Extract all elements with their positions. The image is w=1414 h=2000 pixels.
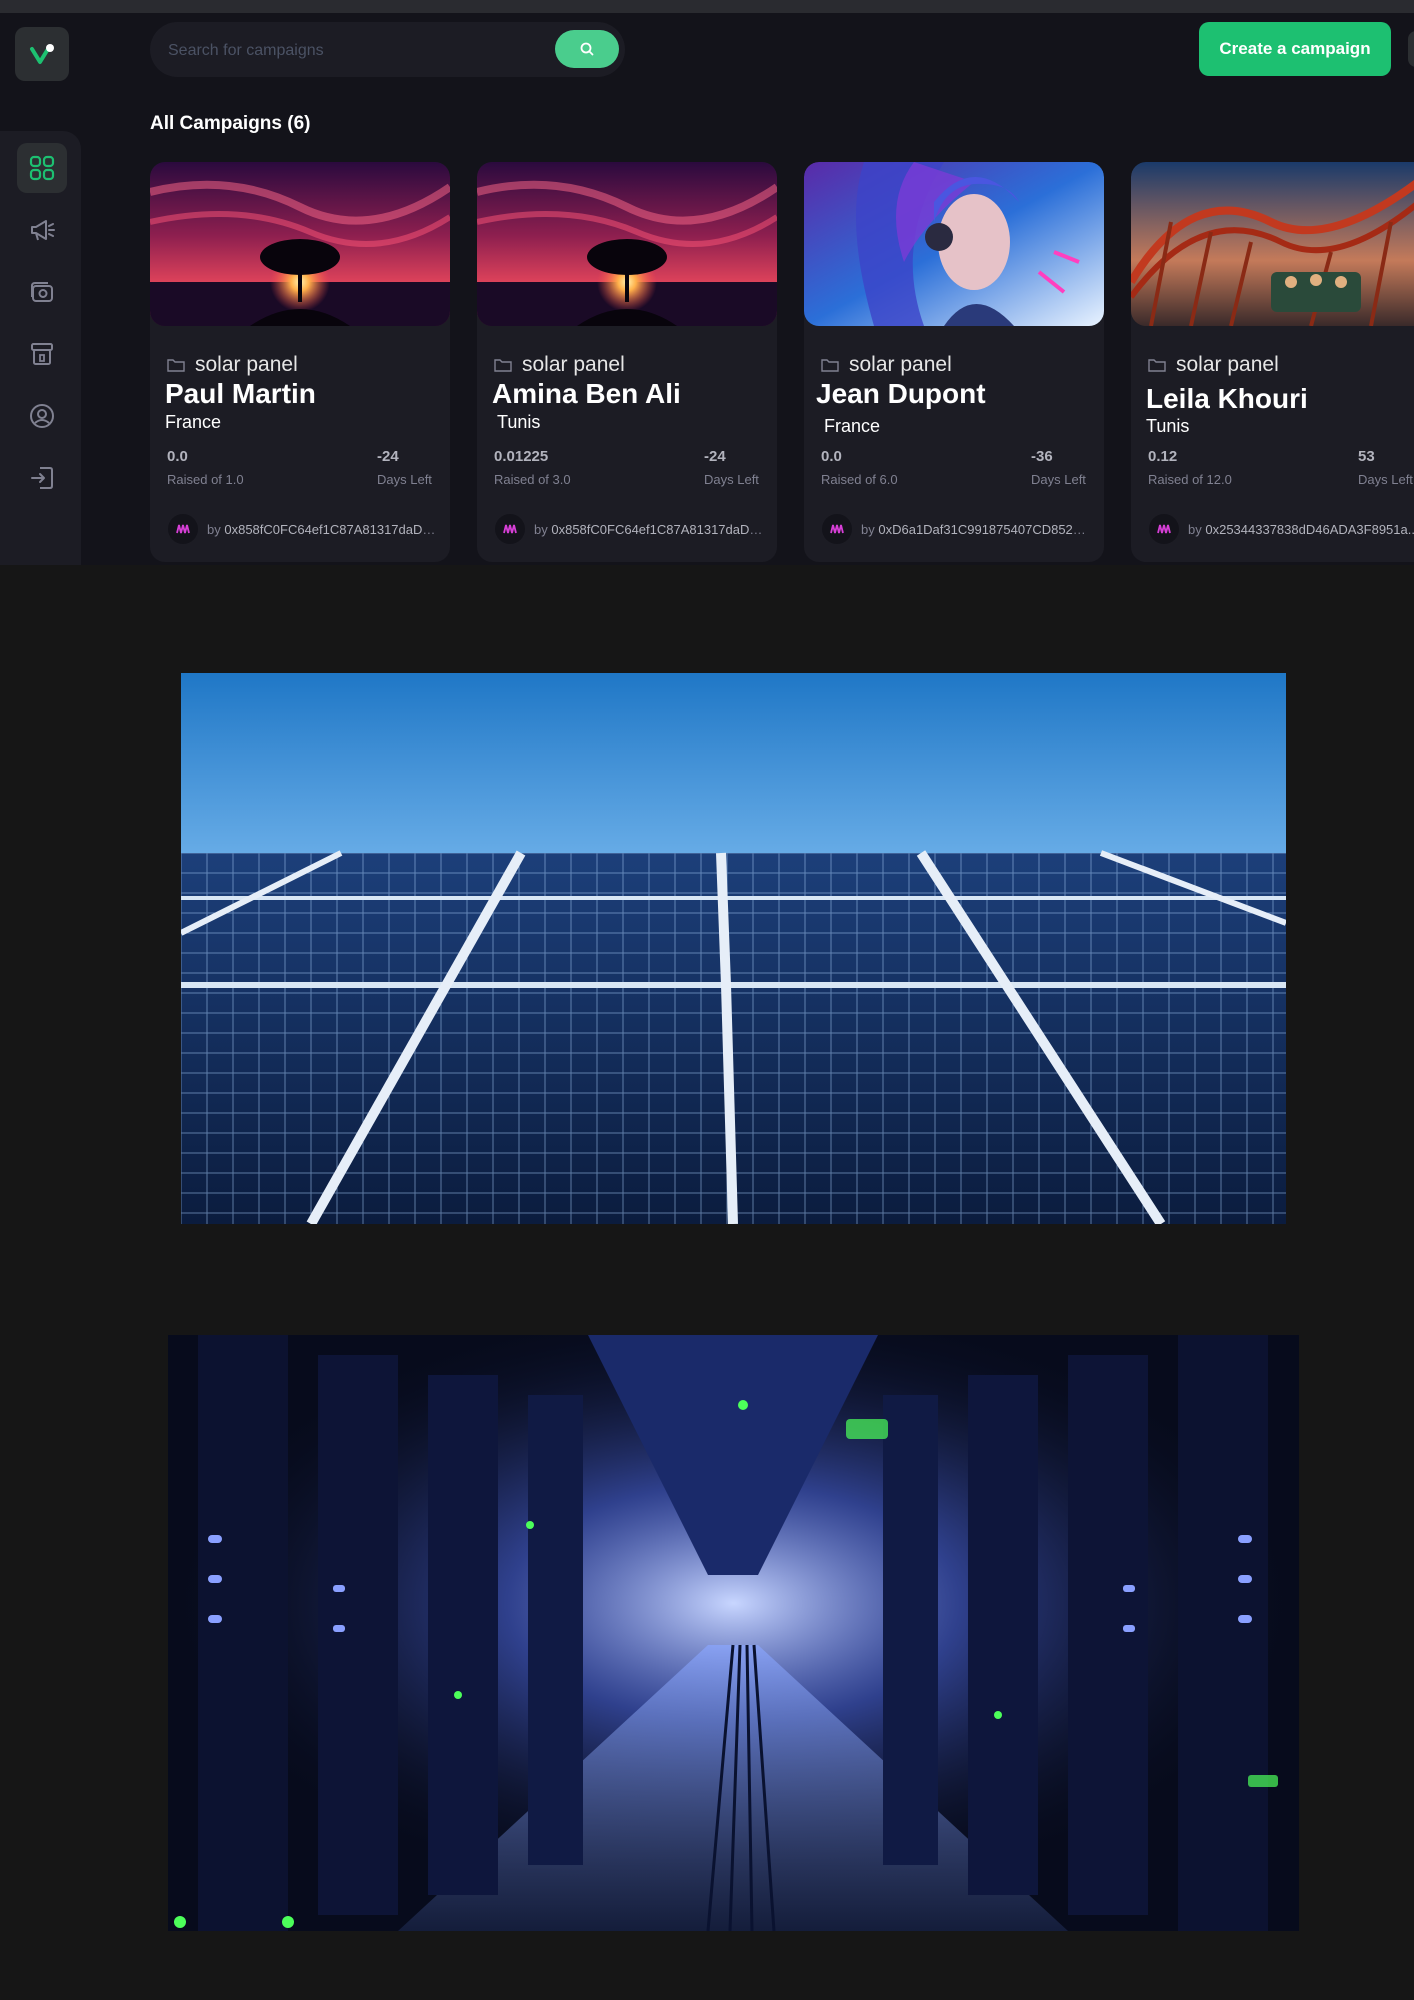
folder-icon bbox=[1148, 359, 1166, 372]
campaign-owner-name: Paul Martin bbox=[165, 378, 316, 409]
owner-avatar bbox=[168, 514, 198, 544]
owner-avatar bbox=[822, 514, 852, 544]
search-button[interactable] bbox=[555, 30, 619, 68]
raised-stat: 0.12 Raised of 12.0 bbox=[1148, 448, 1232, 487]
logout-icon bbox=[31, 467, 53, 489]
raised-value: 0.0 bbox=[167, 448, 188, 465]
withdraw-icon bbox=[31, 343, 53, 365]
folder-icon bbox=[821, 359, 839, 372]
owner-row: by 0xD6a1Daf31C991875407CD8525a... bbox=[822, 514, 1093, 544]
days-value: 53 bbox=[1358, 448, 1375, 465]
owner-address: by 0x858fC0FC64ef1C87A81317daDF... bbox=[207, 521, 439, 537]
raised-stat: 0.0 Raised of 1.0 bbox=[167, 448, 244, 487]
solar-panel-image bbox=[181, 673, 1286, 1224]
campaign-card[interactable]: solar panel Paul Martin France 0.0 Raise… bbox=[150, 162, 450, 562]
raised-label: Raised of 6.0 bbox=[821, 472, 898, 487]
owner-avatar bbox=[1149, 514, 1179, 544]
campaign-card[interactable]: solar panel Jean Dupont France 0.0 Raise… bbox=[804, 162, 1104, 562]
raised-stat: 0.0 Raised of 6.0 bbox=[821, 448, 898, 487]
owner-address: by 0x858fC0FC64ef1C87A81317daDF... bbox=[534, 521, 766, 537]
category-row: solar panel bbox=[1148, 353, 1279, 377]
campaign-image bbox=[477, 162, 777, 326]
owner-address: by 0x25344337838dD46ADA3F8951a... bbox=[1188, 521, 1414, 537]
payment-icon bbox=[31, 282, 53, 302]
campaign-icon bbox=[31, 220, 55, 241]
campaign-owner-name: Jean Dupont bbox=[816, 378, 986, 409]
category-label: solar panel bbox=[1176, 353, 1279, 376]
avatar[interactable] bbox=[1408, 31, 1414, 67]
campaign-country: Tunis bbox=[1146, 416, 1190, 436]
app-window: Create a campaign All Campaigns (6) bbox=[0, 13, 1414, 565]
campaign-image bbox=[804, 162, 1104, 326]
category-row: solar panel bbox=[167, 353, 298, 377]
days-stat: -24 Days Left bbox=[377, 448, 432, 487]
category-label: solar panel bbox=[849, 353, 952, 376]
profile-icon bbox=[30, 404, 54, 428]
category-label: solar panel bbox=[522, 353, 625, 376]
days-stat: -24 Days Left bbox=[704, 448, 759, 487]
days-value: -24 bbox=[377, 448, 399, 465]
campaign-country: France bbox=[824, 416, 881, 436]
campaign-image bbox=[150, 162, 450, 326]
campaign-card[interactable]: solar panel Amina Ben Ali Tunis 0.01225 … bbox=[477, 162, 777, 562]
days-value: -24 bbox=[704, 448, 726, 465]
owner-row: by 0x858fC0FC64ef1C87A81317daDF... bbox=[168, 514, 439, 544]
owner-address: by 0xD6a1Daf31C991875407CD8525a... bbox=[861, 521, 1093, 537]
app-logo[interactable] bbox=[15, 27, 69, 81]
raised-label: Raised of 12.0 bbox=[1148, 472, 1232, 487]
top-strip bbox=[0, 0, 1414, 13]
create-campaign-button[interactable]: Create a campaign bbox=[1199, 22, 1391, 76]
raised-label: Raised of 1.0 bbox=[167, 472, 244, 487]
search-input[interactable] bbox=[166, 22, 550, 79]
sidebar-item-dashboard[interactable] bbox=[17, 143, 67, 193]
category-row: solar panel bbox=[494, 353, 625, 377]
section-title: All Campaigns (6) bbox=[150, 113, 311, 134]
campaign-owner-name: Amina Ben Ali bbox=[492, 378, 681, 409]
sidebar-item-payment[interactable] bbox=[17, 267, 67, 317]
days-stat: -36 Days Left bbox=[1031, 448, 1086, 487]
days-label: Days Left bbox=[1031, 472, 1086, 487]
days-value: -36 bbox=[1031, 448, 1053, 465]
folder-icon bbox=[494, 359, 512, 372]
days-label: Days Left bbox=[377, 472, 432, 487]
dashboard-icon bbox=[29, 155, 55, 181]
logo-icon bbox=[30, 44, 54, 64]
brand-logo-icon bbox=[830, 524, 844, 534]
sidebar-item-profile[interactable] bbox=[17, 391, 67, 441]
raised-value: 0.0 bbox=[821, 448, 842, 465]
category-label: solar panel bbox=[195, 353, 298, 376]
data-center-image bbox=[168, 1335, 1299, 1931]
category-row: solar panel bbox=[821, 353, 952, 377]
sidebar-item-campaign[interactable] bbox=[17, 205, 67, 255]
sidebar-item-logout[interactable] bbox=[17, 453, 67, 503]
folder-icon bbox=[167, 359, 185, 372]
campaign-image bbox=[1131, 162, 1414, 326]
raised-stat: 0.01225 Raised of 3.0 bbox=[494, 448, 571, 487]
raised-label: Raised of 3.0 bbox=[494, 472, 571, 487]
owner-row: by 0x25344337838dD46ADA3F8951a... bbox=[1149, 514, 1414, 544]
campaign-card[interactable]: solar panel Leila Khouri Tunis 0.12 Rais… bbox=[1131, 162, 1414, 562]
raised-value: 0.01225 bbox=[494, 448, 549, 465]
days-stat: 53 Days Left bbox=[1358, 448, 1413, 487]
days-label: Days Left bbox=[1358, 472, 1413, 487]
brand-logo-icon bbox=[503, 524, 517, 534]
raised-value: 0.12 bbox=[1148, 448, 1178, 465]
sidebar-item-withdraw[interactable] bbox=[17, 329, 67, 379]
sidebar bbox=[0, 131, 81, 565]
search-icon bbox=[580, 42, 594, 56]
search-bar bbox=[150, 22, 625, 79]
campaign-owner-name: Leila Khouri bbox=[1146, 383, 1308, 414]
owner-row: by 0x858fC0FC64ef1C87A81317daDF... bbox=[495, 514, 766, 544]
brand-logo-icon bbox=[1157, 524, 1171, 534]
campaign-country: Tunis bbox=[497, 412, 541, 432]
campaign-country: France bbox=[165, 412, 222, 432]
days-label: Days Left bbox=[704, 472, 759, 487]
brand-logo-icon bbox=[176, 524, 190, 534]
owner-avatar bbox=[495, 514, 525, 544]
